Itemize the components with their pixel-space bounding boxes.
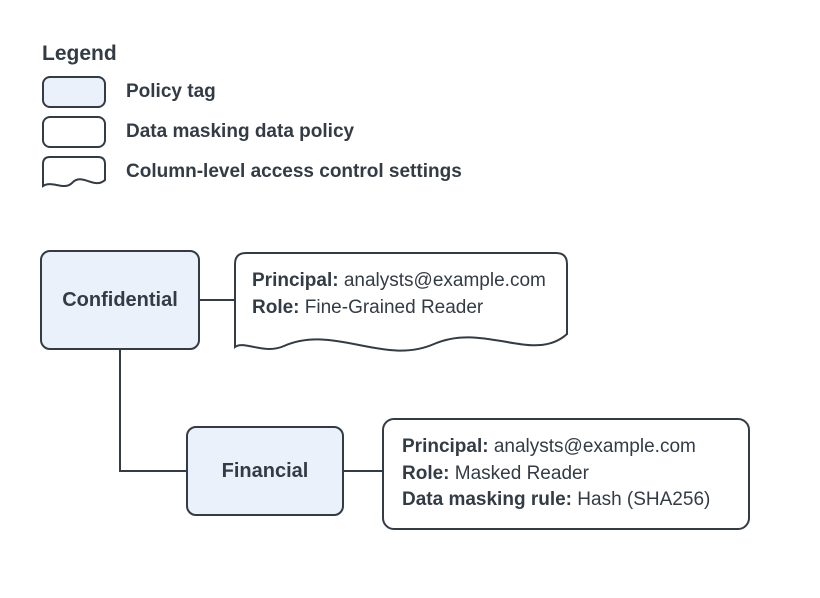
rule-label: Data masking rule: <box>402 489 572 510</box>
principal-label: Principal: <box>402 436 489 457</box>
role-value: Fine-Grained Reader <box>300 297 484 318</box>
connector <box>119 470 186 472</box>
principal-label: Principal: <box>252 270 339 291</box>
legend-title: Legend <box>42 42 462 66</box>
masking-swatch <box>42 116 106 148</box>
node-confidential-settings: Principal: analysts@example.com Role: Fi… <box>234 252 568 362</box>
node-label: Financial <box>222 460 309 483</box>
claccess-swatch <box>42 156 106 188</box>
kv-row: Role: Masked Reader <box>402 461 730 488</box>
connector <box>344 470 382 472</box>
role-label: Role: <box>402 463 450 484</box>
connector <box>119 350 121 472</box>
node-confidential: Confidential <box>40 250 200 350</box>
role-label: Role: <box>252 297 300 318</box>
principal-value: analysts@example.com <box>339 270 546 291</box>
legend-label: Data masking data policy <box>126 121 354 143</box>
kv-row: Principal: analysts@example.com <box>252 268 550 295</box>
legend-label: Column-level access control settings <box>126 161 462 183</box>
principal-value: analysts@example.com <box>489 436 696 457</box>
legend: Legend Policy tag Data masking data poli… <box>42 42 462 196</box>
rule-value: Hash (SHA256) <box>572 489 710 510</box>
legend-item-policy-tag: Policy tag <box>42 76 462 108</box>
kv-row: Principal: analysts@example.com <box>402 434 730 461</box>
legend-item-claccess: Column-level access control settings <box>42 156 462 188</box>
role-value: Masked Reader <box>450 463 589 484</box>
node-financial-policy: Principal: analysts@example.com Role: Ma… <box>382 418 750 530</box>
kv-row: Role: Fine-Grained Reader <box>252 295 550 322</box>
node-label: Confidential <box>62 289 178 312</box>
connector <box>200 299 234 301</box>
kv-row: Data masking rule: Hash (SHA256) <box>402 487 730 514</box>
policy-tag-swatch <box>42 76 106 108</box>
legend-item-masking: Data masking data policy <box>42 116 462 148</box>
legend-label: Policy tag <box>126 81 216 103</box>
node-financial: Financial <box>186 426 344 516</box>
